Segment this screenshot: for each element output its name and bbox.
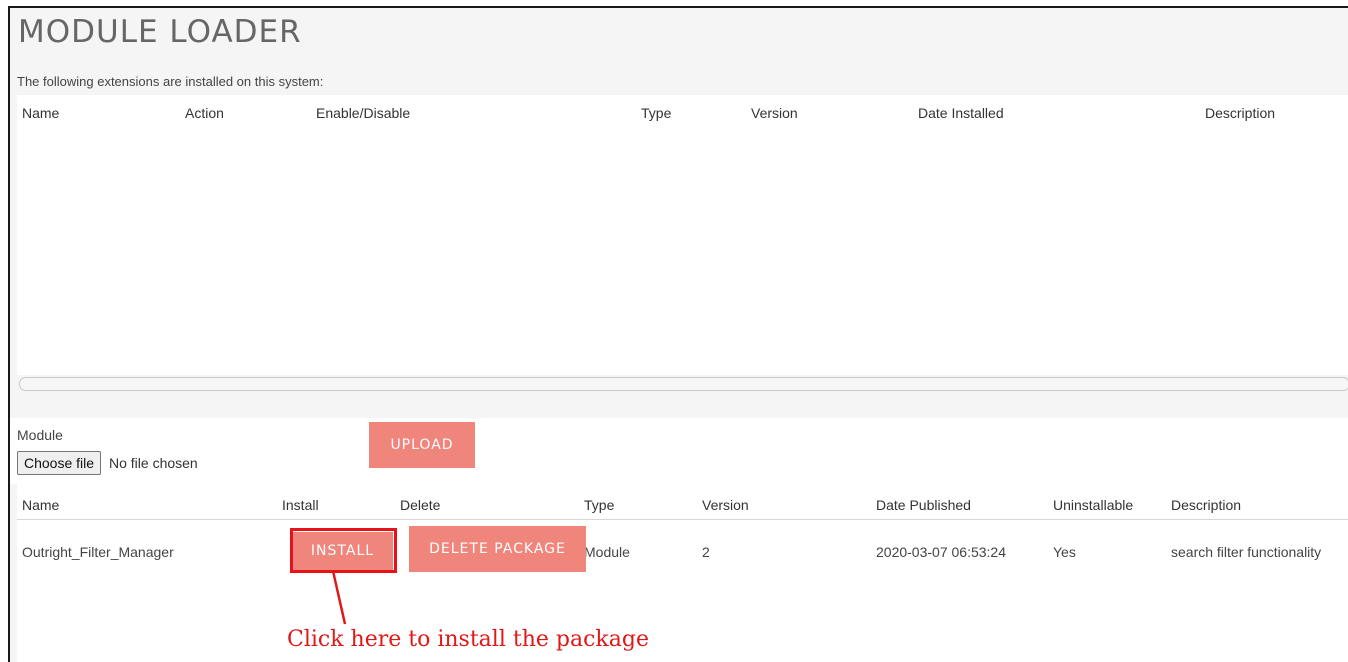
callout-arrow-line	[331, 570, 347, 625]
callout-annotation: Click here to install the package	[287, 627, 649, 652]
